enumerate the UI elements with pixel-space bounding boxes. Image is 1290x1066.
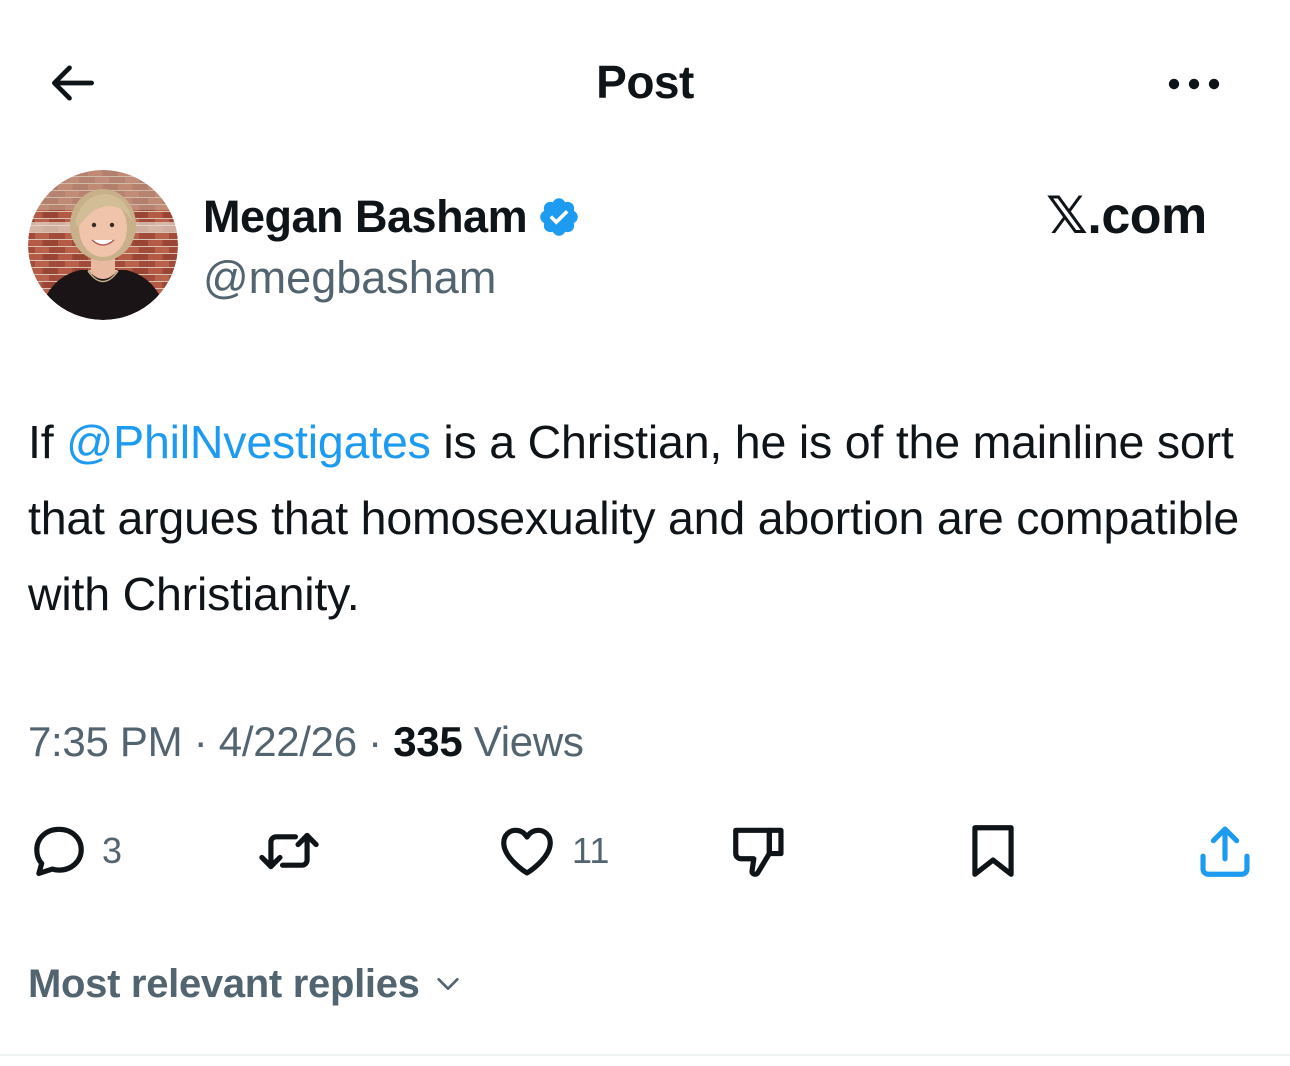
divider — [0, 1054, 1290, 1056]
x-com-watermark: 𝕏.com — [1046, 186, 1207, 246]
views-count: 335 — [393, 718, 463, 765]
tweet-text-prefix: If — [28, 416, 67, 468]
bookmark-button[interactable] — [960, 818, 1026, 884]
tweet-date: 4/22/26 — [218, 718, 357, 765]
tweet-text: If @PhilNvestigates is a Christian, he i… — [28, 404, 1248, 632]
repost-button[interactable] — [254, 818, 336, 884]
heart-icon — [501, 827, 553, 876]
author-name-row: Megan Basham — [203, 188, 581, 246]
reply-button[interactable]: 3 — [28, 818, 122, 884]
dislike-button[interactable] — [726, 818, 792, 884]
verified-badge-icon — [540, 198, 578, 236]
thumbs-down-icon — [733, 827, 784, 877]
arrow-left-icon — [52, 65, 94, 101]
bookmark-icon — [972, 825, 1014, 877]
repost-icon — [259, 832, 319, 870]
reply-icon — [34, 826, 84, 877]
meta-separator: · — [356, 718, 394, 765]
author-name[interactable]: Megan Basham — [203, 188, 528, 246]
views-label[interactable]: Views — [462, 718, 584, 766]
tweet-time: 7:35 PM — [28, 718, 183, 765]
share-button[interactable] — [1192, 818, 1258, 884]
x-com-text: 𝕏.com — [1046, 187, 1207, 245]
top-bar: Post — [0, 0, 1290, 170]
author-handle[interactable]: @megbasham — [203, 250, 496, 306]
replies-sort-label: Most relevant replies — [28, 961, 420, 1006]
more-options-button[interactable] — [1156, 54, 1232, 114]
like-count: 11 — [572, 830, 610, 871]
chevron-down-icon — [436, 978, 459, 990]
tweet-meta: 7:35 PM · 4/22/26 · 335 Views — [28, 712, 584, 772]
like-button[interactable]: 11 — [494, 818, 609, 884]
page-title: Post — [596, 56, 694, 108]
more-horizontal-icon — [1168, 78, 1220, 90]
mention-link[interactable]: @PhilNvestigates — [66, 416, 431, 468]
reply-count: 3 — [102, 830, 123, 871]
replies-sort-dropdown[interactable]: Most relevant replies — [28, 954, 464, 1014]
share-icon — [1200, 826, 1250, 877]
back-button[interactable] — [40, 50, 106, 116]
meta-separator: · — [182, 718, 219, 765]
avatar[interactable] — [28, 170, 178, 320]
profile-photo — [28, 170, 178, 320]
